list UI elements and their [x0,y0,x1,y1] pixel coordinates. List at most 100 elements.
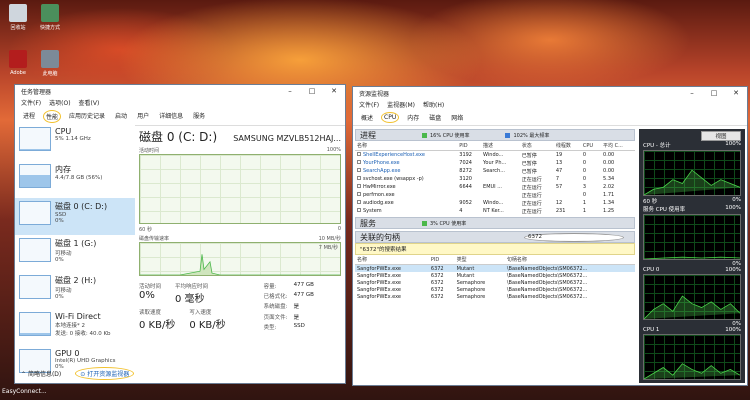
property-value: SSD [293,322,305,329]
menu-view[interactable]: 查看(V) [79,98,100,107]
cell-text: SearchApp.exe [363,168,401,174]
table-cell: 6372 [429,293,455,300]
stat-value: 0 毫秒 [175,294,205,305]
column-header[interactable]: 句柄名称 [504,255,635,265]
cell-text: \BaseNamedObjects\SM06372... [506,272,588,279]
tab-network[interactable]: 网络 [449,112,465,123]
tab-performance[interactable]: 性能 [43,110,62,123]
menu-monitor[interactable]: 监视器(M) [387,100,415,109]
row-checkbox[interactable] [357,200,361,204]
table-cell: 6372 [429,286,455,293]
services-section-header[interactable]: 服务 3% CPU 使用率 [355,217,635,229]
column-header[interactable]: 平均 C... [601,141,635,151]
row-checkbox[interactable] [357,184,361,188]
column-header[interactable]: 状态 [519,141,554,151]
minimize-icon[interactable]: – [681,89,703,97]
tab-services[interactable]: 服务 [191,110,207,123]
tab-processes[interactable]: 进程 [21,110,37,123]
tab-app-history[interactable]: 应用历史记录 [67,110,107,123]
tab-details[interactable]: 详细信息 [157,110,185,123]
title-bar[interactable]: 资源监视器 – □ ✕ [353,87,747,99]
menu-file[interactable]: 文件(F) [21,98,41,107]
maximize-icon[interactable]: □ [301,87,323,95]
table-row[interactable]: svchost.exe (wsappx -p) 3120 正在运行 7 0 5.34 [355,175,635,183]
table-row[interactable]: YourPhone.exe 7024 Your Ph... 已暂停 13 0 0.00 [355,159,635,167]
adobe-icon[interactable]: Adobe [2,50,34,76]
shortcut-icon[interactable]: 快捷方式 [34,4,66,31]
table-row[interactable]: ShellExperienceHost.exe 3192 Windo... 已暂停 19… [355,151,635,160]
sidebar-item[interactable]: 磁盘 2 (H:) 可移动 0% [15,272,135,309]
table-cell [481,175,520,183]
computer-icon[interactable]: 此电脑 [34,50,66,77]
cell-text: 6372 [430,293,444,300]
row-checkbox[interactable] [357,152,361,156]
close-icon[interactable]: ✕ [323,87,345,95]
column-header[interactable]: 类型 [454,255,505,265]
sparkline [19,201,51,225]
table-row[interactable]: HwMirror.exe 6644 EMUI ... 正在运行 57 3 2.02 [355,183,635,191]
table-cell: SangforPWEx.exe [355,286,429,293]
row-checkbox[interactable] [357,168,361,172]
tab-disk[interactable]: 磁盘 [427,112,443,123]
tab-users[interactable]: 用户 [135,110,151,123]
sidebar-item[interactable]: 磁盘 1 (G:) 可移动 0% [15,235,135,272]
fewer-details-button[interactable]: ⌃ 简略信息(D) [21,369,61,378]
table-cell: \BaseNamedObjects\SM06372... [505,286,635,293]
column-header[interactable]: PID [428,255,455,265]
menu-file[interactable]: 文件(F) [359,100,379,109]
column-header[interactable]: 名称 [355,255,429,265]
processes-section-header[interactable]: 进程 16% CPU 使用率 102% 最大频率 [355,129,635,141]
cell-text: 13 [555,160,563,166]
row-checkbox[interactable] [357,160,361,164]
table-row[interactable]: SangforPWEx.exe 6372 Semaphore \BaseNamedOb… [355,293,635,300]
column-header[interactable]: 描述 [481,141,520,151]
maximize-icon[interactable]: □ [703,89,725,97]
cell-text: ShellExperienceHost.exe [363,152,425,158]
sparkline [19,127,51,151]
table-cell: 正在运行 [520,207,554,215]
table-cell: 19 [554,151,581,160]
sidebar-item[interactable]: 内存 4.4/7.8 GB (56%) [15,161,135,198]
row-checkbox[interactable] [357,176,361,180]
graph-title: CPU 1 [643,327,660,333]
table-row[interactable]: System 4 NT Ker... 正在运行 231 1 1.25 [355,207,635,215]
title-bar[interactable]: 任务管理器 – □ ✕ [15,85,345,97]
sidebar-item-detail2: 发送: 0 接收: 40.0 Kb [55,331,111,337]
tab-memory[interactable]: 内存 [405,112,421,123]
table-row[interactable]: SangforPWEx.exe 6372 Mutant \BaseNamedObjec… [355,272,635,279]
table-row[interactable]: SangforPWEx.exe 6372 Mutant \BaseNamedObjec… [355,264,635,272]
column-header[interactable]: CPU [580,141,602,151]
cell-text: 9052 [459,200,472,206]
view-dropdown[interactable]: 视图 [701,131,741,141]
sidebar-item-detail2: 0% [55,218,64,224]
open-resource-monitor-link[interactable]: ⊙ 打开资源监视器 [75,366,135,380]
tab-cpu[interactable]: CPU [381,112,400,123]
menu-bar: 文件(F) 监视器(M) 帮助(H) [353,99,747,110]
close-icon[interactable]: ✕ [725,89,747,97]
menu-help[interactable]: 帮助(H) [423,100,444,109]
handle-search-input[interactable]: 6372 [524,232,624,242]
table-cell: 7 [554,175,581,183]
minimize-icon[interactable]: – [279,87,301,95]
sidebar-item[interactable]: 磁盘 0 (C: D:) SSD 0% [15,198,135,235]
row-checkbox[interactable] [357,208,361,212]
cell-text: 0 [582,192,587,198]
sidebar-item[interactable]: Wi-Fi Direct 本地连接* 2 发送: 0 接收: 40.0 Kb [15,309,135,346]
table-row[interactable]: SangforPWEx.exe 6372 Semaphore \BaseNamedOb… [355,279,635,286]
column-header[interactable]: 线程数 [553,141,581,151]
column-header[interactable]: PID [457,141,482,151]
table-cell: Windo... [481,199,520,207]
graphs-panel: 视图 CPU - 总计 100% 60 秒 0% 服务 CPU 使用率 100% 0% CPU… [639,129,745,383]
table-row[interactable]: SangforPWEx.exe 6372 Semaphore \BaseNamedOb… [355,286,635,293]
desktop-bottom-label[interactable]: EasyConnect... [2,388,47,395]
table-row[interactable]: perfmon.exe 正在运行 0 1.71 [355,191,635,199]
menu-options[interactable]: 选项(O) [49,98,70,107]
recycle-bin-icon[interactable]: 回收站 [2,4,34,31]
table-row[interactable]: audiodg.exe 9052 Windo... 正在运行 12 1 1.34 [355,199,635,207]
tab-overview[interactable]: 概述 [359,112,375,123]
row-checkbox[interactable] [357,192,361,196]
tab-startup[interactable]: 启动 [113,110,129,123]
column-header[interactable]: 名称 [355,141,458,151]
sidebar-item[interactable]: CPU 5% 1.14 GHz [15,124,135,161]
table-row[interactable]: SearchApp.exe 8272 Search... 已暂停 47 0 0.00 [355,167,635,175]
